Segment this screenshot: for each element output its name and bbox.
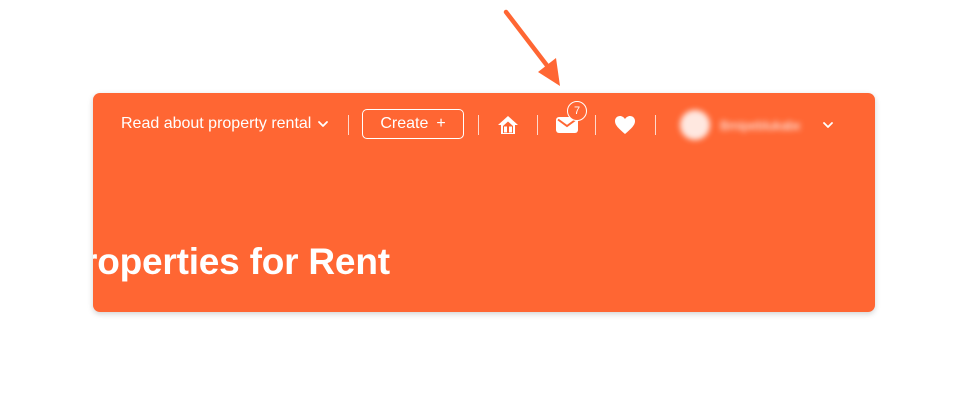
home-icon: [498, 116, 518, 134]
user-menu[interactable]: Bmipeblukabel: [680, 107, 834, 143]
annotation-arrow-icon: [503, 9, 560, 86]
screenshot-stage: Read about property rental Create + 7 Bm…: [0, 0, 968, 406]
chevron-down-icon: [823, 122, 833, 128]
read-about-rental-link[interactable]: Read about property rental: [121, 115, 329, 133]
nav-divider: [348, 115, 349, 135]
page-title: roperties for Rent: [93, 241, 390, 282]
nav-divider: [537, 115, 538, 135]
create-button[interactable]: Create +: [362, 109, 464, 139]
avatar: [680, 110, 710, 140]
my-properties-button[interactable]: [495, 112, 521, 138]
header-banner: Read about property rental Create + 7 Bm…: [93, 93, 875, 312]
create-button-label: Create: [380, 115, 429, 132]
nav-divider: [595, 115, 596, 135]
chevron-down-icon: [318, 121, 329, 127]
read-about-rental-label: Read about property rental: [121, 115, 312, 132]
username: Bmipeblukabel: [720, 117, 800, 133]
nav-divider: [478, 115, 479, 135]
plus-icon: +: [436, 115, 446, 132]
top-navigation: Read about property rental Create + 7 Bm…: [93, 101, 875, 143]
heart-icon: [615, 116, 635, 134]
favorites-button[interactable]: [612, 112, 638, 138]
nav-divider: [655, 115, 656, 135]
messages-count-badge: 7: [567, 101, 587, 121]
